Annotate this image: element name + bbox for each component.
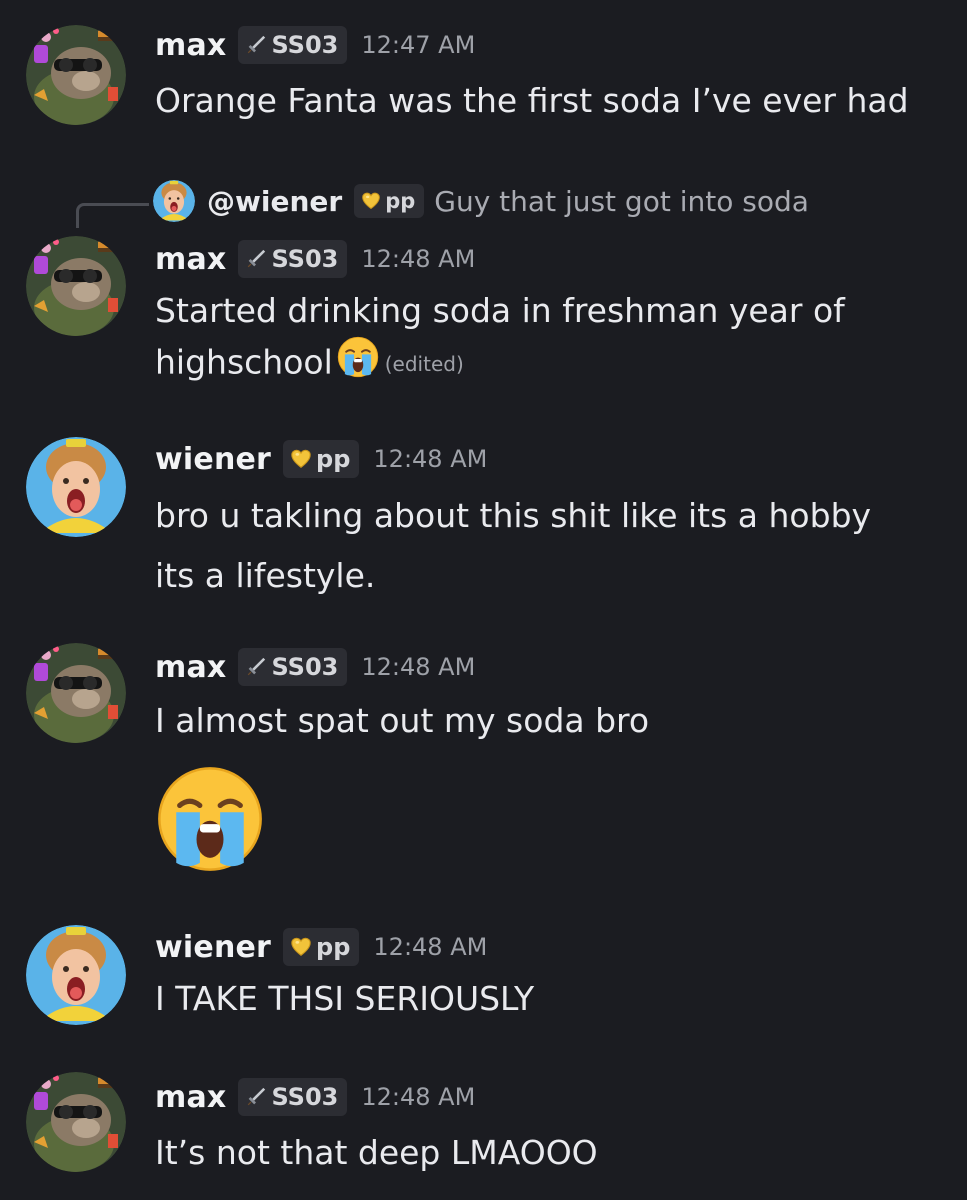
reply-mention: @wiener (207, 184, 343, 218)
sword-icon (245, 656, 267, 678)
message-text: I almost spat out my soda bro (155, 701, 650, 740)
avatar[interactable] (26, 925, 126, 1025)
timestamp: 12:48 AM (361, 1083, 476, 1111)
message-text: bro u takling about this shit like its a… (155, 496, 872, 595)
username[interactable]: max (155, 242, 226, 277)
avatar[interactable] (26, 1072, 126, 1172)
message-text: Orange Fanta was the first soda I’ve eve… (155, 81, 909, 120)
sword-icon (245, 1086, 267, 1108)
edited-label: (edited) (384, 352, 464, 376)
username[interactable]: max (155, 1080, 226, 1115)
username[interactable]: max (155, 650, 226, 685)
user-tag[interactable]: SS03 (238, 240, 348, 278)
timestamp: 12:48 AM (373, 933, 488, 961)
username[interactable]: wiener (155, 442, 271, 477)
timestamp: 12:48 AM (361, 245, 476, 273)
message-text: Started drinking soda in freshman year o… (155, 286, 855, 392)
loudly-crying-face-icon[interactable] (156, 765, 264, 877)
reply-avatar (153, 180, 195, 222)
avatar[interactable] (26, 437, 126, 537)
sword-icon (245, 34, 267, 56)
user-tag[interactable]: pp (283, 440, 360, 478)
timestamp: 12:47 AM (361, 31, 476, 59)
tag-label: pp (316, 445, 351, 473)
user-tag[interactable]: pp (283, 928, 360, 966)
max-avatar-icon (26, 236, 126, 336)
reply-user-tag: pp (354, 184, 425, 218)
loudly-crying-face-icon (337, 336, 379, 392)
timestamp: 12:48 AM (373, 445, 488, 473)
gold-heart-icon (290, 936, 312, 958)
timestamp: 12:48 AM (361, 653, 476, 681)
message-text: It’s not that deep LMAOOO (155, 1133, 598, 1172)
tag-label: SS03 (271, 245, 339, 273)
max-avatar-icon (26, 25, 126, 125)
gold-heart-icon (361, 191, 381, 211)
message-text: I TAKE THSI SERIOUSLY (155, 979, 535, 1018)
tag-label: SS03 (271, 31, 339, 59)
avatar[interactable] (26, 25, 126, 125)
reply-text: Guy that just got into soda (434, 184, 809, 218)
tag-label: SS03 (271, 1083, 339, 1111)
gold-heart-icon (290, 448, 312, 470)
max-avatar-icon (26, 643, 126, 743)
user-tag[interactable]: SS03 (238, 648, 348, 686)
wiener-avatar-icon (153, 180, 195, 222)
username[interactable]: max (155, 28, 226, 63)
wiener-avatar-icon (26, 925, 126, 1025)
wiener-avatar-icon (26, 437, 126, 537)
tag-label: pp (385, 189, 416, 213)
reply-preview[interactable]: @wiener pp Guy that just got into soda (153, 180, 809, 222)
message-text-content: Started drinking soda in freshman year o… (155, 291, 845, 382)
avatar[interactable] (26, 236, 126, 336)
max-avatar-icon (26, 1072, 126, 1172)
reply-connector (76, 203, 149, 228)
user-tag[interactable]: SS03 (238, 26, 348, 64)
sword-icon (245, 248, 267, 270)
user-tag[interactable]: SS03 (238, 1078, 348, 1116)
username[interactable]: wiener (155, 930, 271, 965)
tag-label: SS03 (271, 653, 339, 681)
avatar[interactable] (26, 643, 126, 743)
tag-label: pp (316, 933, 351, 961)
